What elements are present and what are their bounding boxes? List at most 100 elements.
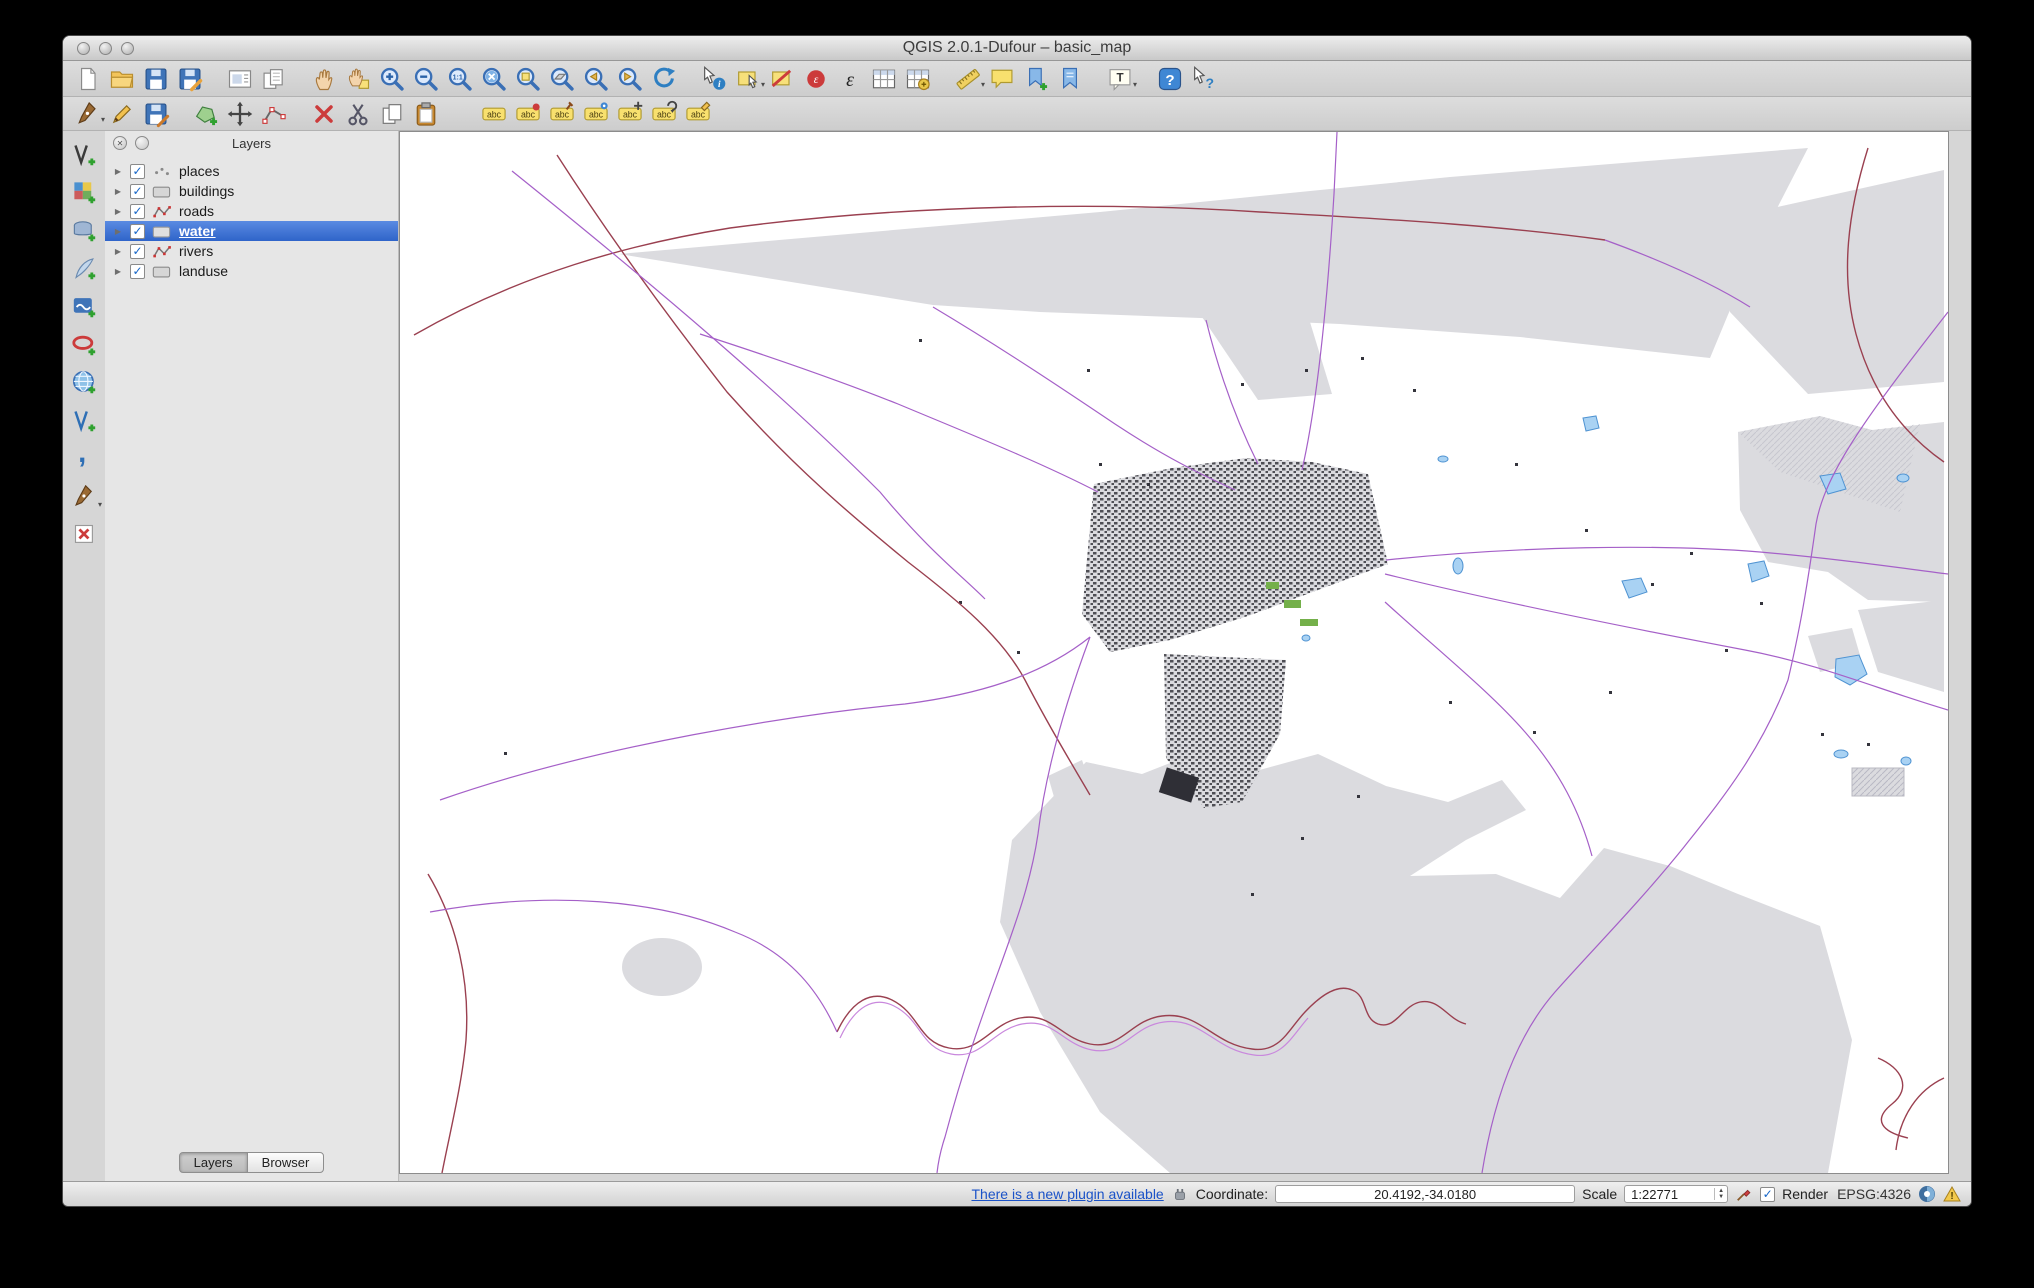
log-messages-button[interactable]: ! (1943, 1185, 1961, 1203)
delete-selected-icon[interactable] (307, 99, 341, 129)
add-delimited-text-layer-icon[interactable]: , (68, 443, 100, 473)
cut-features-icon[interactable] (341, 99, 375, 129)
expand-arrow-icon[interactable]: ▶ (113, 247, 123, 256)
add-vector-layer-icon[interactable] (68, 139, 100, 169)
epsg-label: EPSG:4326 (1837, 1186, 1911, 1202)
dropdown-arrow-icon[interactable]: ▾ (98, 500, 102, 509)
label-properties-icon[interactable] (681, 99, 715, 129)
zoom-to-selection-icon[interactable] (511, 64, 545, 94)
new-print-composer-icon[interactable] (223, 64, 257, 94)
expand-arrow-icon[interactable]: ▶ (113, 267, 123, 276)
copy-features-icon[interactable] (375, 99, 409, 129)
map-canvas[interactable] (399, 131, 1949, 1174)
move-feature-icon[interactable] (223, 99, 257, 129)
plugin-icon[interactable] (1171, 1185, 1189, 1203)
paintbrush-icon[interactable] (1735, 1185, 1753, 1203)
add-mssql-layer-icon[interactable] (68, 291, 100, 321)
label-rotate-icon[interactable] (647, 99, 681, 129)
pan-to-selection-icon[interactable] (341, 64, 375, 94)
expand-arrow-icon[interactable]: ▶ (113, 187, 123, 196)
open-project-icon[interactable] (105, 64, 139, 94)
label-pin-icon[interactable] (545, 99, 579, 129)
pan-map-icon[interactable] (307, 64, 341, 94)
crs-status-button[interactable] (1918, 1185, 1936, 1203)
deselect-features-icon[interactable] (765, 64, 799, 94)
expand-arrow-icon[interactable]: ▶ (113, 207, 123, 216)
layer-visibility-checkbox[interactable]: ✓ (130, 183, 145, 199)
layer-visibility-checkbox[interactable]: ✓ (130, 243, 145, 259)
svg-text:ε: ε (846, 69, 854, 91)
refresh-map-icon[interactable] (647, 64, 681, 94)
whats-this-icon[interactable]: ? (1187, 64, 1221, 94)
add-oracle-layer-icon[interactable] (68, 329, 100, 359)
titlebar[interactable]: QGIS 2.0.1-Dufour – basic_map (63, 36, 1971, 61)
show-bookmarks-icon[interactable] (1053, 64, 1087, 94)
map-tips-icon[interactable] (985, 64, 1019, 94)
layer-visibility-checkbox[interactable]: ✓ (130, 263, 145, 279)
field-calculator-icon[interactable] (901, 64, 935, 94)
composer-manager-icon[interactable] (257, 64, 291, 94)
zoom-in-icon[interactable] (375, 64, 409, 94)
layer-label: rivers (179, 243, 214, 259)
layer-row-buildings[interactable]: ▶ ✓ buildings (105, 181, 398, 201)
label-highlight-pinned-icon[interactable] (511, 99, 545, 129)
scale-combobox[interactable]: 1:22771 ▲ ▼ (1624, 1185, 1729, 1203)
save-project-as-icon[interactable] (173, 64, 207, 94)
toggle-editing-icon[interactable] (105, 99, 139, 129)
new-shapefile-layer-icon[interactable]: ▾ (68, 481, 102, 511)
add-spatialite-layer-icon[interactable] (68, 253, 100, 283)
new-project-icon[interactable] (71, 64, 105, 94)
add-wfs-layer-icon[interactable] (68, 405, 100, 435)
text-annotation-icon[interactable]: T (1103, 64, 1137, 94)
epsilon-expression-icon[interactable]: ε (833, 64, 867, 94)
new-plugin-link[interactable]: There is a new plugin available (971, 1186, 1163, 1202)
layer-row-roads[interactable]: ▶ ✓ roads (105, 201, 398, 221)
attribute-table-icon[interactable] (867, 64, 901, 94)
zoom-last-icon[interactable] (579, 64, 613, 94)
render-checkbox[interactable]: ✓ (1760, 1186, 1776, 1202)
paste-features-icon[interactable] (409, 99, 443, 129)
add-feature-icon[interactable] (189, 99, 223, 129)
expand-arrow-icon[interactable]: ▶ (113, 227, 123, 236)
select-features-icon[interactable] (731, 64, 765, 94)
coordinate-label: Coordinate: (1195, 1186, 1269, 1202)
remove-layer-icon[interactable] (68, 519, 100, 549)
save-project-icon[interactable] (139, 64, 173, 94)
tab-layers[interactable]: Layers (178, 1152, 248, 1173)
add-wms-layer-icon[interactable] (68, 367, 100, 397)
zoom-next-icon[interactable] (613, 64, 647, 94)
node-tool-icon[interactable] (257, 99, 291, 129)
zoom-native-icon[interactable]: 1:1 (443, 64, 477, 94)
layer-visibility-checkbox[interactable]: ✓ (130, 223, 145, 239)
layer-row-rivers[interactable]: ▶ ✓ rivers (105, 241, 398, 261)
zoom-out-icon[interactable] (409, 64, 443, 94)
layer-row-places[interactable]: ▶ ✓ places (105, 161, 398, 181)
scale-spinner[interactable]: ▲ ▼ (1714, 1188, 1727, 1200)
expand-arrow-icon[interactable]: ▶ (113, 167, 123, 176)
label-show-hide-icon[interactable] (579, 99, 613, 129)
digitizing-labeling-toolbar: ▾ (63, 97, 1971, 131)
layer-visibility-checkbox[interactable]: ✓ (130, 163, 145, 179)
layer-row-water[interactable]: ▶ ✓ water (105, 221, 398, 241)
label-move-icon[interactable] (613, 99, 647, 129)
zoom-full-icon[interactable] (477, 64, 511, 94)
current-edits-icon[interactable] (71, 99, 105, 129)
add-raster-layer-icon[interactable] (68, 177, 100, 207)
coordinate-input[interactable] (1275, 1185, 1576, 1203)
zoom-to-layer-icon[interactable] (545, 64, 579, 94)
layers-panel-header: ✕ Layers (105, 131, 398, 155)
identify-features-icon[interactable]: i (697, 64, 731, 94)
main-toolbar: 1:1 i ▾ ε ε ▾ T ▾ ? ? (63, 61, 1971, 97)
add-postgis-layer-icon[interactable] (68, 215, 100, 245)
new-bookmark-icon[interactable] (1019, 64, 1053, 94)
measure-icon[interactable] (951, 64, 985, 94)
layer-label: buildings (179, 183, 235, 199)
help-icon[interactable]: ? (1153, 64, 1187, 94)
layer-row-landuse[interactable]: ▶ ✓ landuse (105, 261, 398, 281)
labeling-options-icon[interactable] (477, 99, 511, 129)
svg-text:,: , (78, 445, 86, 469)
save-layer-edits-icon[interactable] (139, 99, 173, 129)
select-by-expression-icon[interactable]: ε (799, 64, 833, 94)
tab-browser[interactable]: Browser (246, 1152, 325, 1173)
layer-visibility-checkbox[interactable]: ✓ (130, 203, 145, 219)
